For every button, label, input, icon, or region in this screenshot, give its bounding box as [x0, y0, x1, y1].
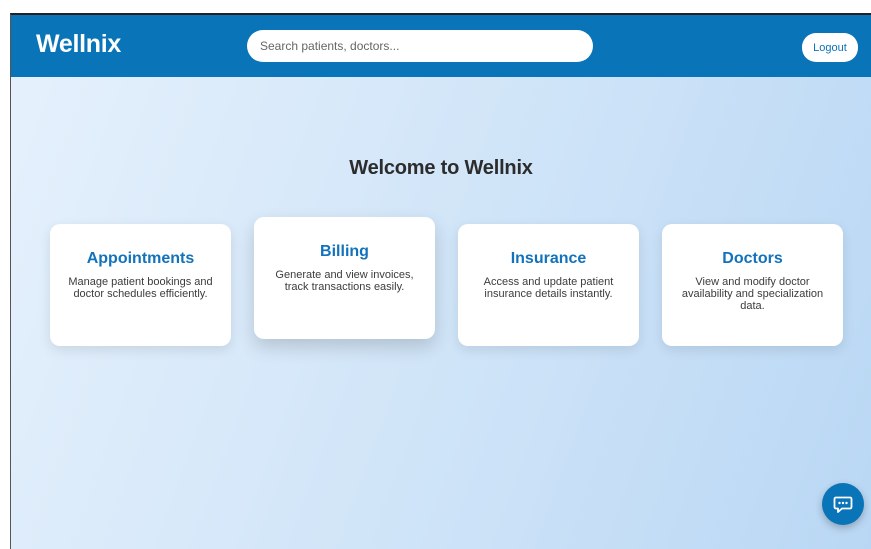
card-appointments[interactable]: Appointments Manage patient bookings and… [50, 224, 231, 346]
top-navbar: Wellnix Logout [11, 15, 871, 77]
card-description: View and modify doctor availability and … [681, 276, 824, 312]
card-title: Insurance [510, 250, 587, 267]
card-doctors[interactable]: Doctors View and modify doctor availabil… [662, 224, 843, 346]
card-billing[interactable]: Billing Generate and view invoices, trac… [254, 217, 435, 339]
chat-bubble-icon [833, 496, 853, 513]
chat-button[interactable] [822, 483, 864, 525]
card-title: Appointments [86, 250, 195, 267]
search-input[interactable] [247, 30, 593, 62]
card-description: Manage patient bookings and doctor sched… [68, 276, 213, 300]
card-description: Generate and view invoices, track transa… [275, 269, 414, 293]
card-title: Doctors [722, 250, 783, 267]
app-window: Wellnix Logout Welcome to Wellnix Appoin… [10, 13, 871, 549]
card-insurance[interactable]: Insurance Access and update patient insu… [458, 224, 639, 346]
brand-logo[interactable]: Wellnix [36, 30, 121, 59]
page-title: Welcome to Wellnix [349, 157, 533, 179]
card-title: Billing [320, 243, 369, 260]
card-description: Access and update patient insurance deta… [483, 276, 614, 300]
logout-button[interactable]: Logout [802, 33, 858, 62]
